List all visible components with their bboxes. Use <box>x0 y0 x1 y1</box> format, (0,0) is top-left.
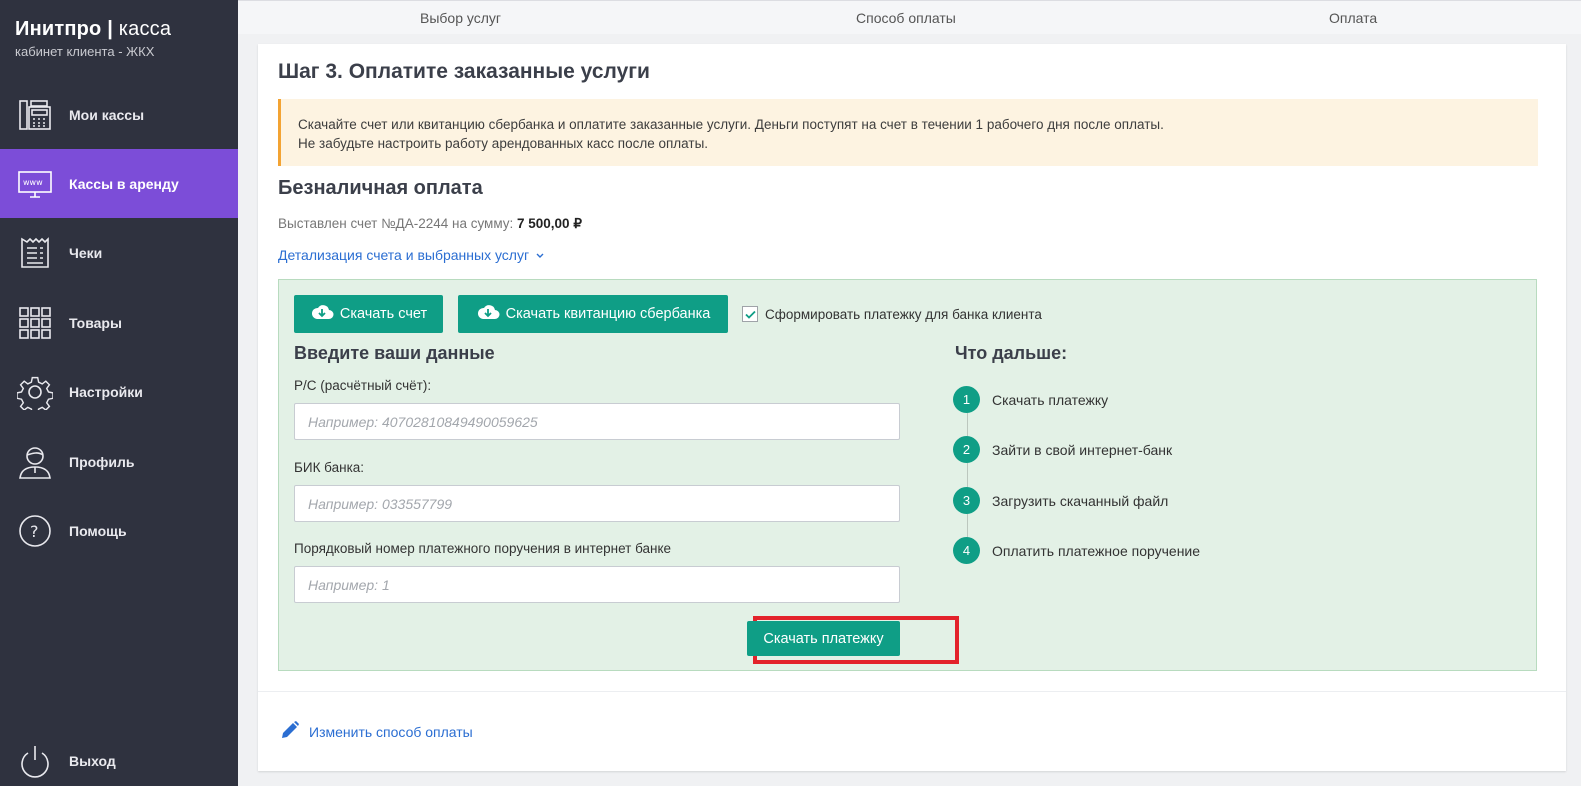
sidebar-item-my-cash-registers[interactable]: Мои кассы <box>0 80 238 149</box>
sidebar-item-label: Товары <box>69 314 122 331</box>
step-payment-method[interactable]: Способ оплаты <box>856 10 956 26</box>
account-number-input[interactable] <box>294 403 900 440</box>
checkbox-label: Сформировать платежку для банка клиента <box>765 306 1042 322</box>
payment-card: Шаг 3. Оплатите заказанные услуги Скачай… <box>258 44 1566 771</box>
cloud-download-icon <box>476 303 500 325</box>
brand-subtitle: кабинет клиента - ЖКХ <box>15 44 155 59</box>
download-receipt-label: Скачать квитанцию сбербанка <box>505 306 711 322</box>
chevron-down-icon <box>535 247 545 263</box>
step-number: 4 <box>953 537 980 564</box>
sidebar-item-label: Мои кассы <box>69 106 145 123</box>
download-invoice-button[interactable]: Скачать счет <box>294 295 443 333</box>
next-step-item: 1 Скачать платежку <box>953 386 1108 413</box>
step-number: 3 <box>953 487 980 514</box>
invoice-amount: 7 500,00 ₽ <box>517 216 582 231</box>
next-steps-title: Что дальше: <box>955 343 1068 363</box>
download-invoice-label: Скачать счет <box>339 306 428 322</box>
download-sberbank-receipt-button[interactable]: Скачать квитанцию сбербанка <box>458 295 728 333</box>
form-title: Введите ваши данные <box>294 343 495 363</box>
sidebar-item-rent-cash-registers[interactable]: www Кассы в аренду <box>0 149 238 218</box>
divider <box>258 691 1566 692</box>
brand-name: Инитпро | <box>15 18 114 40</box>
step-choose-services[interactable]: Выбор услуг <box>420 10 501 26</box>
details-link-label: Детализация счета и выбранных услуг <box>278 247 530 263</box>
sidebar-item-products[interactable]: Товары <box>0 288 238 357</box>
sidebar-item-label: Чеки <box>69 244 103 261</box>
sidebar-item-label: Профиль <box>69 453 135 470</box>
cash-register-icon <box>16 96 54 134</box>
svg-text:?: ? <box>30 522 39 541</box>
bik-label: БИК банка: <box>294 460 365 475</box>
step-text: Скачать платежку <box>992 391 1109 408</box>
sidebar-item-label: Настройки <box>69 383 143 400</box>
sidebar-item-receipts[interactable]: Чеки <box>0 218 238 287</box>
section-title: Безналичная оплата <box>278 177 483 199</box>
grid-icon <box>16 304 54 342</box>
invoice-details-link[interactable]: Детализация счета и выбранных услуг <box>278 247 545 263</box>
brand: Инитпро | касса кабинет клиента - ЖКХ <box>0 0 238 84</box>
sidebar-item-settings[interactable]: Настройки <box>0 357 238 426</box>
timeline-line <box>967 400 968 552</box>
next-step-item: 3 Загрузить скачанный файл <box>953 487 1168 514</box>
invoice-text: Выставлен счет №ДА-2244 на сумму: <box>278 216 518 231</box>
checkout-steps: Выбор услуг Способ оплаты Оплата <box>238 0 1581 34</box>
change-payment-method-label: Изменить способ оплаты <box>309 723 473 740</box>
bik-input[interactable] <box>294 485 900 522</box>
www-monitor-icon: www <box>16 165 54 203</box>
download-payment-order-button[interactable]: Скачать платежку <box>747 621 900 656</box>
change-payment-method-link[interactable]: Изменить способ оплаты <box>280 720 473 743</box>
account-number-label: Р/С (расчётный счёт): <box>294 378 432 393</box>
logout-label: Выход <box>69 752 116 769</box>
pencil-icon <box>280 720 300 743</box>
svg-text:www: www <box>23 178 43 187</box>
logout-button[interactable]: Выход <box>0 726 238 786</box>
info-alert: Скачайте счет или квитанцию сбербанка и … <box>278 99 1538 166</box>
brand-product: касса <box>113 18 172 40</box>
sidebar-item-profile[interactable]: Профиль <box>0 427 238 496</box>
alert-line-1: Скачайте счет или квитанцию сбербанка и … <box>298 117 1164 132</box>
next-step-item: 2 Зайти в свой интернет-банк <box>953 436 1172 463</box>
checkbox-box[interactable] <box>742 306 758 322</box>
page-title: Шаг 3. Оплатите заказанные услуги <box>278 60 650 83</box>
invoice-info: Выставлен счет №ДА-2244 на сумму: 7 500,… <box>278 216 582 232</box>
sidebar: Инитпро | касса кабинет клиента - ЖКХ Мо… <box>0 0 238 786</box>
checkmark-icon <box>744 310 756 319</box>
brand-title: Инитпро | касса <box>15 18 238 41</box>
bank-payment-panel: Скачать счет Скачать квитанцию сбербанка… <box>278 279 1537 671</box>
step-text: Зайти в свой интернет-банк <box>992 441 1173 458</box>
step-number: 1 <box>953 386 980 413</box>
form-payment-order-checkbox[interactable]: Сформировать платежку для банка клиента <box>742 306 1042 322</box>
user-icon <box>16 443 54 481</box>
gear-icon <box>16 373 54 411</box>
next-step-item: 4 Оплатить платежное поручение <box>953 537 1200 564</box>
receipt-icon <box>16 234 54 272</box>
step-text: Загрузить скачанный файл <box>992 492 1169 509</box>
step-payment[interactable]: Оплата <box>1329 10 1377 26</box>
cloud-download-icon <box>310 303 334 325</box>
sidebar-item-label: Кассы в аренду <box>69 175 179 192</box>
alert-line-2: Не забудьте настроить работу арендованны… <box>298 136 709 151</box>
sidebar-item-label: Помощь <box>69 522 127 539</box>
step-number: 2 <box>953 436 980 463</box>
power-icon <box>16 742 54 780</box>
order-number-label: Порядковый номер платежного поручения в … <box>294 541 672 556</box>
step-text: Оплатить платежное поручение <box>992 542 1201 559</box>
sidebar-item-help[interactable]: ? Помощь <box>0 496 238 565</box>
order-number-input[interactable] <box>294 566 900 603</box>
help-icon: ? <box>16 512 54 550</box>
